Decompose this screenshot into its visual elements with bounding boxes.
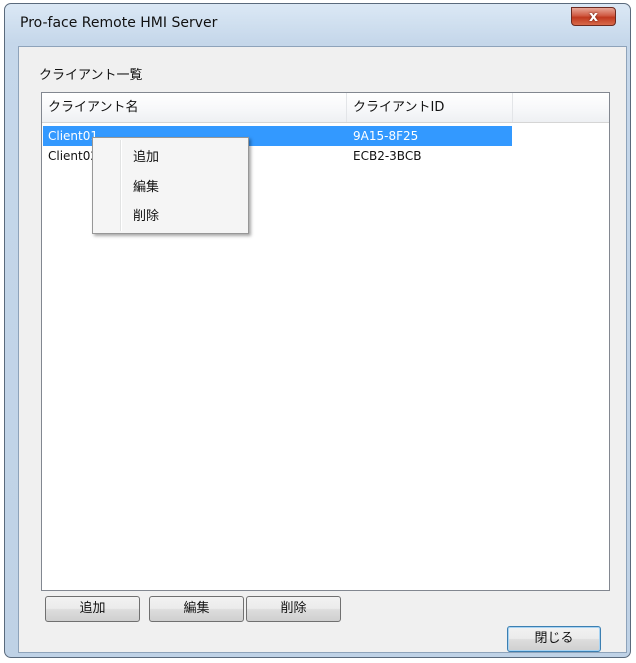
context-menu-item-edit[interactable]: 編集 xyxy=(133,176,159,195)
add-button[interactable]: 追加 xyxy=(45,596,140,622)
client-name-cell: Client01 xyxy=(48,129,99,143)
client-list-label: クライアント一覧 xyxy=(39,68,143,83)
close-button[interactable]: 閉じる xyxy=(507,626,601,652)
column-header-client-id[interactable]: クライアントID xyxy=(347,93,513,122)
dialog-window: Pro-face Remote HMI Server x クライアント一覧 クラ… xyxy=(4,3,631,658)
close-icon: x xyxy=(588,8,599,25)
list-header: クライアント名 クライアントID xyxy=(42,93,609,123)
context-menu-item-add[interactable]: 追加 xyxy=(133,146,159,165)
delete-button[interactable]: 削除 xyxy=(246,596,341,622)
client-id-cell: 9A15-8F25 xyxy=(353,129,419,143)
client-name-cell: Client02 xyxy=(48,149,99,163)
context-menu-item-delete[interactable]: 削除 xyxy=(133,205,159,224)
client-id-cell: ECB2-3BCB xyxy=(353,149,422,163)
edit-button[interactable]: 編集 xyxy=(149,596,244,622)
window-title: Pro-face Remote HMI Server xyxy=(20,15,218,31)
context-menu: 追加 編集 削除 xyxy=(92,137,249,234)
column-header-client-name[interactable]: クライアント名 xyxy=(42,93,347,122)
window-close-button[interactable]: x xyxy=(571,7,616,26)
